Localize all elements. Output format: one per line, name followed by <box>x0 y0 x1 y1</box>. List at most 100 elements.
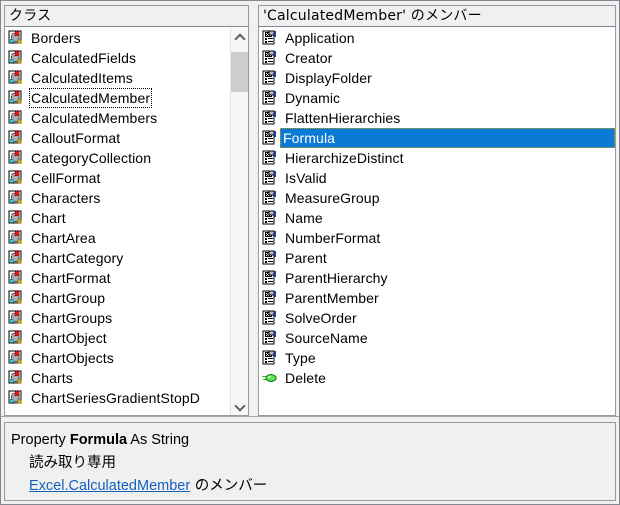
classes-list[interactable]: Borders CalculatedFields CalculatedItems Ca… <box>5 28 230 415</box>
class-list-item-label: ChartObjects <box>31 350 114 366</box>
class-list-item[interactable]: Charts <box>5 368 230 388</box>
class-icon <box>8 90 24 106</box>
class-list-item-label: ChartSeriesGradientStopD <box>31 390 200 406</box>
class-list-item-label: ChartCategory <box>31 250 124 266</box>
class-list-item[interactable]: ChartFormat <box>5 268 230 288</box>
class-list-item[interactable]: ChartSeriesGradientStopD <box>5 388 230 408</box>
class-list-item[interactable]: CalculatedMembers <box>5 108 230 128</box>
member-list-item[interactable]: FlattenHierarchies <box>259 108 615 128</box>
class-list-item[interactable]: ChartGroups <box>5 308 230 328</box>
class-icon <box>8 30 24 46</box>
class-list-item-label: CalculatedFields <box>31 50 137 66</box>
class-list-item-label: CalculatedMember <box>29 88 153 108</box>
member-list-item[interactable]: Formula <box>259 128 615 148</box>
member-list-item-label: Formula <box>283 130 336 146</box>
property-icon <box>262 350 278 366</box>
scroll-thumb[interactable] <box>231 52 248 92</box>
member-list-item[interactable]: SolveOrder <box>259 308 615 328</box>
member-list-item-label: Parent <box>285 250 327 266</box>
class-list-item[interactable]: CategoryCollection <box>5 148 230 168</box>
member-list-item[interactable]: Dynamic <box>259 88 615 108</box>
member-list-item[interactable]: Type <box>259 348 615 368</box>
members-list[interactable]: Application Creator DisplayFolder Dynamic Fl… <box>259 28 615 415</box>
class-icon <box>8 250 24 266</box>
property-icon <box>262 50 278 66</box>
details-pane: Property Formula As String 読み取り専用 Excel.… <box>4 422 616 501</box>
class-list-item[interactable]: CellFormat <box>5 168 230 188</box>
member-list-item[interactable]: Name <box>259 208 615 228</box>
member-list-item-label: ParentMember <box>285 290 379 306</box>
signature-name: Formula <box>69 432 128 448</box>
class-list-item[interactable]: Borders <box>5 28 230 48</box>
class-list-item[interactable]: CalloutFormat <box>5 128 230 148</box>
member-list-item-label: DisplayFolder <box>285 70 372 86</box>
class-list-item[interactable]: CalculatedMember <box>5 88 230 108</box>
class-icon <box>8 330 24 346</box>
class-list-item[interactable]: Chart <box>5 208 230 228</box>
member-list-item-label: SourceName <box>285 330 368 346</box>
classes-pane-header: クラス <box>4 5 249 27</box>
scroll-down-button[interactable] <box>231 397 248 415</box>
member-list-item[interactable]: ParentHierarchy <box>259 268 615 288</box>
property-icon <box>262 330 278 346</box>
members-pane: 'CalculatedMember' のメンバー Application Crea… <box>258 5 616 416</box>
class-list-item[interactable]: ChartCategory <box>5 248 230 268</box>
classes-listbox[interactable]: Borders CalculatedFields CalculatedItems Ca… <box>4 27 249 416</box>
member-list-item[interactable]: IsValid <box>259 168 615 188</box>
member-list-item[interactable]: NumberFormat <box>259 228 615 248</box>
member-list-item[interactable]: Application <box>259 28 615 48</box>
class-list-item-label: ChartFormat <box>31 270 111 286</box>
class-icon <box>8 190 24 206</box>
class-list-item-label: CalculatedMembers <box>31 110 158 126</box>
member-list-item-label: MeasureGroup <box>285 190 380 206</box>
class-list-item-label: ChartObject <box>31 330 107 346</box>
member-list-item[interactable]: SourceName <box>259 328 615 348</box>
class-list-item[interactable]: ChartGroup <box>5 288 230 308</box>
class-icon <box>8 110 24 126</box>
class-icon <box>8 390 24 406</box>
class-list-item-label: CalculatedItems <box>31 70 133 86</box>
class-icon <box>8 210 24 226</box>
member-list-item-label: NumberFormat <box>285 230 381 246</box>
class-list-item-label: CalloutFormat <box>31 130 121 146</box>
class-list-item-label: Characters <box>31 190 101 206</box>
property-icon <box>262 110 278 126</box>
member-of-line: Excel.CalculatedMember のメンバー <box>11 475 609 498</box>
pane-splitter[interactable] <box>249 5 258 416</box>
property-icon <box>262 130 278 146</box>
member-list-item-label: Delete <box>285 370 327 386</box>
class-list-item[interactable]: ChartObjects <box>5 348 230 368</box>
scroll-up-button[interactable] <box>231 28 248 46</box>
class-list-item-label: Chart <box>31 210 66 226</box>
member-of-link[interactable]: Excel.CalculatedMember <box>29 478 190 494</box>
property-icon <box>262 230 278 246</box>
member-list-item[interactable]: Parent <box>259 248 615 268</box>
class-list-item[interactable]: ChartObject <box>5 328 230 348</box>
class-list-item-label: Charts <box>31 370 73 386</box>
member-list-item-label: IsValid <box>285 170 327 186</box>
member-list-item[interactable]: ParentMember <box>259 288 615 308</box>
member-list-item[interactable]: DisplayFolder <box>259 68 615 88</box>
property-icon <box>262 250 278 266</box>
class-icon <box>8 290 24 306</box>
class-list-item-label: CategoryCollection <box>31 150 152 166</box>
members-listbox[interactable]: Application Creator DisplayFolder Dynamic Fl… <box>258 27 616 416</box>
property-icon <box>262 70 278 86</box>
object-browser-window: クラス Borders CalculatedFields CalculatedIte… <box>0 0 620 505</box>
member-list-item[interactable]: HierarchizeDistinct <box>259 148 615 168</box>
class-list-item[interactable]: ChartArea <box>5 228 230 248</box>
member-list-item-label: Dynamic <box>285 90 341 106</box>
member-list-item[interactable]: Creator <box>259 48 615 68</box>
members-pane-header: 'CalculatedMember' のメンバー <box>258 5 616 27</box>
member-list-item[interactable]: MeasureGroup <box>259 188 615 208</box>
classes-scrollbar[interactable] <box>230 28 248 415</box>
property-icon <box>262 150 278 166</box>
member-list-item[interactable]: Delete <box>259 368 615 388</box>
class-list-item[interactable]: CalculatedItems <box>5 68 230 88</box>
property-icon <box>262 190 278 206</box>
class-list-item[interactable]: Characters <box>5 188 230 208</box>
class-list-item[interactable]: CalculatedFields <box>5 48 230 68</box>
class-list-item-label: CellFormat <box>31 170 101 186</box>
class-icon <box>8 310 24 326</box>
member-list-item-label: Creator <box>285 50 333 66</box>
